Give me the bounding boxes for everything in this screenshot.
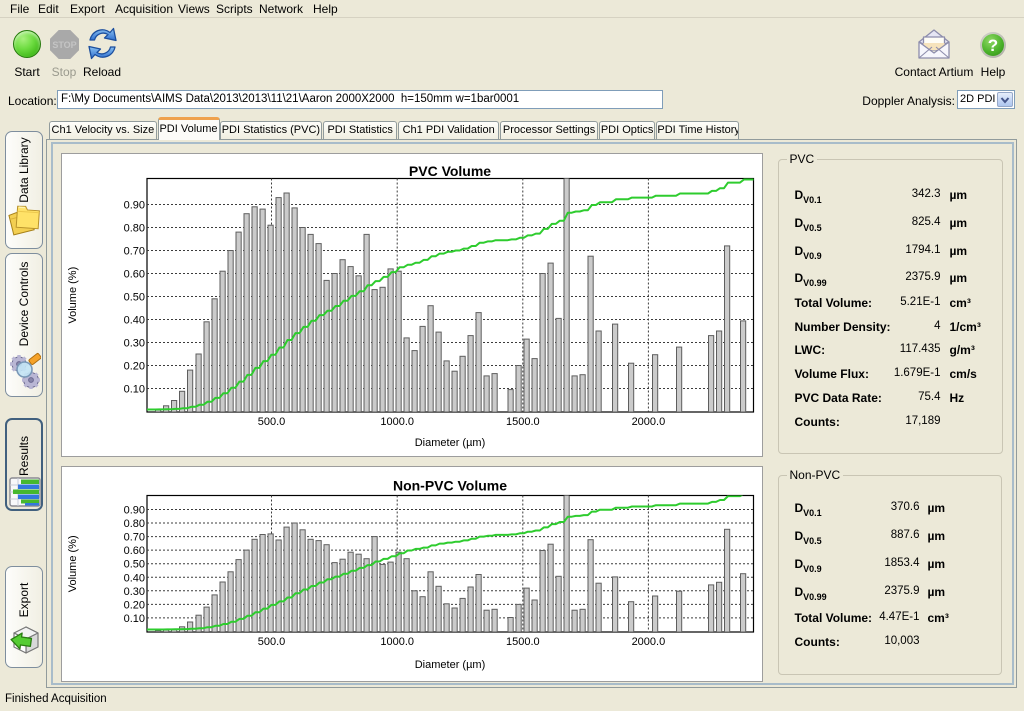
svg-text:Diameter (µm): Diameter (µm): [415, 659, 486, 671]
svg-text:0.60: 0.60: [124, 268, 145, 280]
svg-text:0.70: 0.70: [124, 245, 145, 257]
svg-text:500.0: 500.0: [258, 416, 286, 428]
svg-text:0.80: 0.80: [124, 518, 145, 530]
svg-text:0.20: 0.20: [124, 599, 145, 611]
svg-text:500.0: 500.0: [258, 636, 286, 648]
svg-text:0.10: 0.10: [124, 612, 145, 624]
svg-text:1500.0: 1500.0: [506, 416, 540, 428]
svg-text:0.80: 0.80: [124, 222, 145, 234]
svg-text:0.60: 0.60: [124, 545, 145, 557]
svg-text:2000.0: 2000.0: [632, 636, 666, 648]
svg-text:Diameter (µm): Diameter (µm): [415, 437, 486, 449]
svg-text:0.90: 0.90: [124, 199, 145, 211]
svg-text:Non-PVC Volume: Non-PVC Volume: [393, 477, 507, 493]
svg-text:0.10: 0.10: [124, 383, 145, 395]
svg-text:0.40: 0.40: [124, 572, 145, 584]
svg-text:0.50: 0.50: [124, 558, 145, 570]
svg-text:2000.0: 2000.0: [632, 416, 666, 428]
svg-text:1500.0: 1500.0: [506, 636, 540, 648]
svg-text:0.50: 0.50: [124, 291, 145, 303]
svg-text:0.30: 0.30: [124, 585, 145, 597]
svg-text:Volume (%): Volume (%): [67, 266, 79, 323]
svg-text:Volume (%): Volume (%): [67, 535, 79, 592]
svg-text:0.40: 0.40: [124, 314, 145, 326]
svg-text:0.30: 0.30: [124, 337, 145, 349]
svg-text:1000.0: 1000.0: [380, 416, 414, 428]
svg-text:?: ?: [988, 36, 998, 55]
svg-text:0.70: 0.70: [124, 531, 145, 543]
svg-text:0.20: 0.20: [124, 360, 145, 372]
svg-text:0.90: 0.90: [124, 504, 145, 516]
svg-text:PVC Volume: PVC Volume: [409, 163, 491, 179]
svg-text:1000.0: 1000.0: [380, 636, 414, 648]
